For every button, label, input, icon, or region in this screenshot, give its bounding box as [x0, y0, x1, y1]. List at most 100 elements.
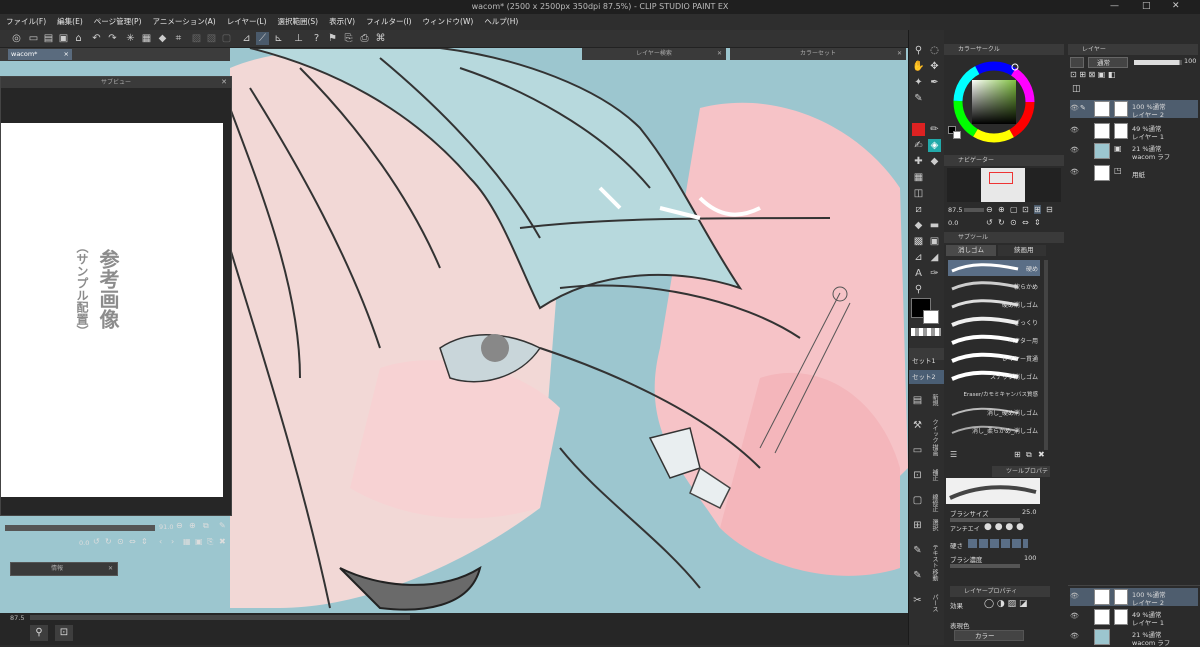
- correct-icon[interactable]: ⊡: [911, 469, 924, 482]
- info-panel[interactable]: 情報 ✕: [10, 562, 118, 576]
- rotate-right-icon[interactable]: ↻: [998, 218, 1005, 227]
- zoom-tool-icon[interactable]: ⚲: [912, 44, 925, 57]
- zoom-slider[interactable]: [30, 615, 410, 620]
- snap-special-ruler-icon[interactable]: ⟋: [256, 32, 269, 45]
- anti-alias-options[interactable]: ● ● ● ●: [984, 522, 1024, 532]
- delete-icon[interactable]: ✖: [219, 537, 226, 546]
- layer-side-icon[interactable]: ◫: [1072, 84, 1081, 94]
- brush-item[interactable]: ざっくり: [948, 314, 1040, 330]
- navigator-zoom-slider[interactable]: [964, 208, 984, 212]
- layer-option-icons[interactable]: ⊡ ⊞ ⊠ ▣ ◧: [1070, 70, 1115, 79]
- layer-row[interactable]: 👁 ◳ 用紙: [1070, 164, 1198, 182]
- layer-row[interactable]: 👁 100 %通常 レイヤー 2: [1070, 588, 1198, 607]
- figure-tool-icon[interactable]: ▩: [912, 235, 925, 248]
- layer-row[interactable]: 👁 49 %通常 レイヤー 1: [1070, 122, 1198, 141]
- menu-selection[interactable]: 選択範囲(S): [272, 14, 324, 27]
- open-folder-icon[interactable]: ▣: [195, 537, 203, 546]
- navigator-viewport[interactable]: [989, 172, 1013, 184]
- menu-file[interactable]: ファイル(F): [0, 14, 51, 27]
- layer-row[interactable]: 👁 ✎ 100 %通常 レイヤー 2: [1070, 100, 1198, 119]
- print-icon[interactable]: ⌂: [72, 32, 85, 45]
- reset-rotation-icon[interactable]: ⊙: [1010, 218, 1017, 227]
- visibility-eye-icon[interactable]: 👁: [1070, 632, 1079, 640]
- visibility-eye-icon[interactable]: 👁: [1070, 146, 1079, 154]
- density-value[interactable]: 100: [1024, 554, 1036, 562]
- mirror-icon[interactable]: ⊟: [1046, 205, 1053, 214]
- operation-tool-icon[interactable]: ⚲: [912, 283, 925, 296]
- text-tool-icon[interactable]: A: [912, 267, 925, 280]
- redo-icon[interactable]: ↷: [106, 32, 119, 45]
- zoom-in-icon[interactable]: ⊕: [998, 205, 1005, 214]
- new-icon[interactable]: ▤: [911, 394, 924, 407]
- close-icon[interactable]: ✕: [717, 48, 722, 60]
- grid-icon[interactable]: ▦: [183, 537, 191, 546]
- new-file-icon[interactable]: ▭: [27, 32, 40, 45]
- tool-set-2[interactable]: セット2: [909, 370, 945, 384]
- balloon-tool-icon[interactable]: ▣: [928, 235, 941, 248]
- subtool-menu-icon[interactable]: ☰: [950, 450, 957, 459]
- brush-item[interactable]: Eraser/カモミキャンバス質感: [948, 386, 1040, 402]
- airbrush-tool-icon[interactable]: ◆: [928, 155, 941, 168]
- prev-icon[interactable]: ‹: [159, 537, 162, 546]
- text-icon[interactable]: ✎: [911, 544, 924, 557]
- menu-animation[interactable]: アニメーション(A): [147, 14, 221, 27]
- brush-item[interactable]: ベクター用: [948, 332, 1040, 348]
- layer-search-panel[interactable]: レイヤー検索 ✕: [582, 48, 726, 60]
- fit-icon[interactable]: ⊡: [1022, 205, 1029, 214]
- fit-window-icon[interactable]: ⊞: [1034, 205, 1041, 214]
- app-icon[interactable]: ⌘: [374, 32, 387, 45]
- brush-item[interactable]: 消し_柔らかめ_消しゴム: [948, 422, 1040, 438]
- help-icon[interactable]: ?: [310, 32, 323, 45]
- correct-line-icon[interactable]: ✑: [928, 267, 941, 280]
- layer-row[interactable]: 👁 ▣ 21 %通常 wacom ラフ: [1070, 142, 1198, 161]
- sub-view-zoom-slider[interactable]: [5, 525, 155, 531]
- clip-studio-assets-icon[interactable]: ⚑: [326, 32, 339, 45]
- zoom-out-icon[interactable]: ⊖: [986, 205, 993, 214]
- frame-border-icon[interactable]: ⊿: [912, 251, 925, 264]
- ruler-icon[interactable]: ⊥: [292, 32, 305, 45]
- brush-item[interactable]: レイヤー貫通: [948, 350, 1040, 366]
- color-circle-sub-swatch[interactable]: [953, 131, 961, 139]
- share-icon[interactable]: ⎘: [342, 32, 355, 45]
- visibility-eye-icon[interactable]: 👁: [1070, 126, 1079, 134]
- ruler-special-icon[interactable]: ◢: [928, 251, 941, 264]
- magic-wand-icon[interactable]: ✦: [912, 76, 925, 89]
- page-view-icon[interactable]: ⊡: [55, 625, 73, 641]
- brush-tool-icon[interactable]: ✍: [912, 139, 925, 152]
- clear-selection-icon[interactable]: ✳: [124, 32, 137, 45]
- snap-ruler-icon[interactable]: ⊿: [240, 32, 253, 45]
- maximize-button[interactable]: □: [1142, 1, 1151, 11]
- zoom-out-icon[interactable]: ⊖: [176, 521, 183, 530]
- eyedropper-tool-icon[interactable]: ✒: [928, 76, 941, 89]
- close-window-button[interactable]: ✕: [1172, 1, 1180, 11]
- close-icon[interactable]: ✕: [897, 48, 902, 60]
- transform-icon[interactable]: ⌗: [172, 32, 185, 45]
- menu-window[interactable]: ウィンドウ(W): [417, 14, 479, 27]
- hand-tool-icon[interactable]: ✋: [912, 60, 925, 73]
- ruler-tool-icon[interactable]: ◫: [912, 187, 925, 200]
- pen-tool-icon[interactable]: ✎: [912, 92, 925, 105]
- brush-item[interactable]: 硬め消しゴム: [948, 296, 1040, 312]
- brush-size-value[interactable]: 25.0: [1022, 508, 1036, 516]
- tool-set-1[interactable]: セット1: [909, 354, 945, 368]
- perspective-icon[interactable]: ✂: [911, 594, 924, 607]
- menu-help[interactable]: ヘルプ(H): [478, 14, 523, 27]
- subtool-tab-paint[interactable]: 鋏画用: [998, 245, 1046, 256]
- navigator-toggle-icon[interactable]: ⚲: [30, 625, 48, 641]
- reset-icon[interactable]: ⊙: [117, 537, 124, 546]
- shape-tool-icon[interactable]: ⧄: [912, 203, 925, 216]
- draw-icon[interactable]: ▭: [911, 444, 924, 457]
- color-set-panel[interactable]: カラーセット ✕: [730, 48, 906, 60]
- hardness-selector[interactable]: [968, 539, 1028, 548]
- quick-icon[interactable]: ⚒: [911, 419, 924, 432]
- menu-layer[interactable]: レイヤー(L): [221, 14, 272, 27]
- layer-row[interactable]: 👁 21 %通常 wacom ラフ: [1070, 628, 1198, 647]
- zoom-in-icon[interactable]: ⊕: [189, 521, 196, 530]
- visibility-eye-icon[interactable]: 👁: [1070, 612, 1079, 620]
- lasso-tool-icon[interactable]: ◌: [928, 44, 941, 57]
- import-icon[interactable]: ⎘: [207, 537, 213, 547]
- next-icon[interactable]: ›: [171, 537, 174, 546]
- visibility-eye-icon[interactable]: 👁: [1070, 168, 1079, 176]
- fit-icon[interactable]: ⧉: [203, 521, 209, 531]
- pencil-tool-icon[interactable]: ✏: [928, 123, 941, 136]
